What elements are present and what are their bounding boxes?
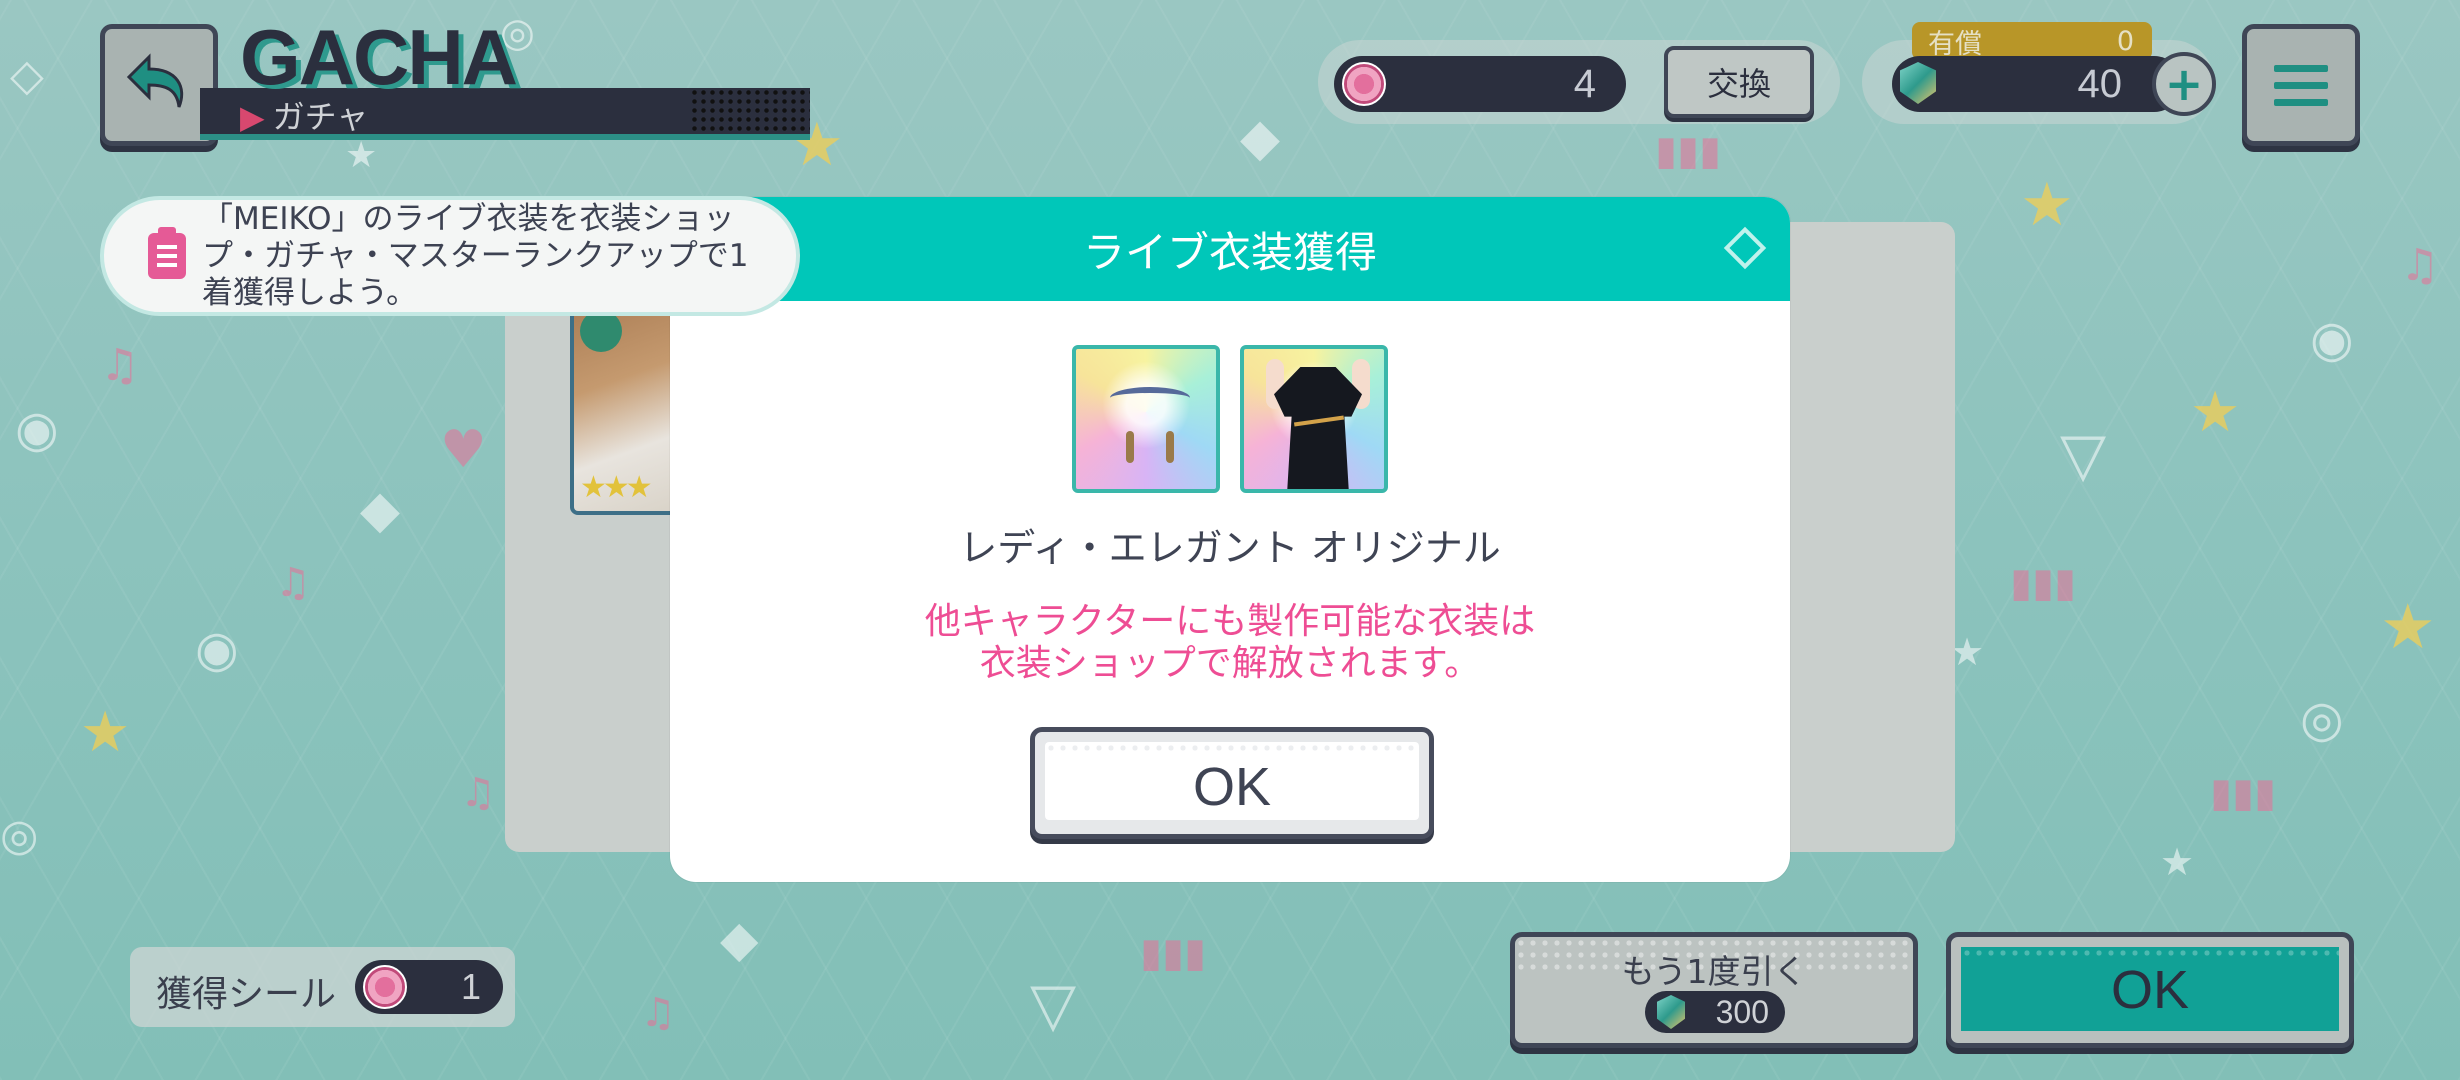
menu-button[interactable] (2242, 24, 2360, 146)
modal-title: ライブ衣装獲得 (1082, 227, 1377, 277)
earring-icon (1126, 431, 1134, 463)
music-note-deco-icon: ♫ (460, 770, 496, 816)
add-gems-button[interactable]: + (2152, 52, 2216, 116)
obtained-sticker-label: 獲得シール (156, 974, 337, 1015)
page-subtitle-text: ガチャ (272, 98, 369, 136)
music-note-deco-icon: ♫ (2400, 240, 2440, 291)
sticker-coin-icon (1342, 62, 1386, 106)
costume-accessory-thumbnail[interactable] (1072, 345, 1220, 493)
obtained-sticker-box: 獲得シール 1 (130, 947, 515, 1027)
modal-ok-label: OK (1192, 757, 1272, 817)
draw-again-label: もう1度引く (1621, 952, 1807, 991)
headphones-deco-icon: ◎ (2300, 690, 2344, 748)
equalizer-deco-icon: ▮▮▮ (2210, 770, 2277, 816)
outfit-name: レディ・エレガント オリジナル (959, 526, 1501, 570)
sticker-count: 4 (1573, 61, 1596, 106)
result-ok-button[interactable]: OK (1946, 932, 2354, 1048)
triangle-deco-icon: ▽ (1030, 970, 1077, 1040)
unlock-notice-line1: 他キャラクターにも製作可能な衣装は (924, 601, 1536, 642)
menu-icon (2274, 64, 2328, 72)
equalizer-deco-icon: ▮▮▮ (2010, 560, 2077, 606)
result-ok-label: OK (2110, 960, 2190, 1020)
draw-again-button[interactable]: もう1度引く 300 (1510, 932, 1918, 1048)
star-deco-icon: ★ (345, 135, 378, 176)
exchange-button[interactable]: 交換 (1664, 46, 1814, 118)
back-arrow-icon (126, 53, 184, 108)
star-wreath-deco-icon: ★ (2380, 590, 2436, 663)
paid-label: 有償 (1928, 28, 1982, 60)
rarity-stars-icon: ★★★ (580, 470, 653, 505)
live-costume-modal: ライブ衣装獲得 レディ・エレガント オリジナル 他キャラクターにも製作可能な衣装… (670, 197, 1790, 882)
disc-deco-icon: ◉ (15, 400, 59, 458)
plus-icon: + (2164, 57, 2204, 111)
diamond-deco-icon: ◆ (720, 910, 759, 968)
disc-deco-icon: ◉ (195, 620, 239, 678)
diamond-deco-icon: ◆ (360, 480, 400, 540)
modal-header: ライブ衣装獲得 (670, 197, 1790, 301)
unlock-notice-line2: 衣装ショップで解放されます。 (979, 643, 1481, 684)
gem-count: 40 (2077, 61, 2123, 106)
card-badge (580, 310, 622, 352)
costume-items (1072, 345, 1388, 493)
page-title: GACHA (240, 13, 518, 101)
page-subtitle: ▶ ガチャ (240, 92, 368, 138)
equalizer-deco-icon: ▮▮▮ (1140, 930, 1207, 976)
star-wreath-deco-icon: ★ (2020, 170, 2074, 240)
disc-deco-icon: ◉ (2310, 310, 2354, 368)
obtained-sticker-value: 1 (460, 966, 481, 1007)
equalizer-deco-icon: ▮▮▮ (1655, 128, 1722, 174)
earring-icon (1166, 431, 1174, 463)
star-deco-icon: ★ (2160, 840, 2195, 884)
music-note-deco-icon: ♫ (100, 340, 140, 391)
mission-text: 「MEIKO」のライブ衣装を衣装ショップ・ガチャ・マスターランクアップで1着獲得… (202, 200, 749, 311)
star-deco-icon: ★ (1950, 630, 1985, 674)
star-wreath-deco-icon: ★ (80, 700, 131, 765)
character-card: ★★★ (570, 290, 680, 515)
costume-dress-thumbnail[interactable] (1240, 345, 1388, 493)
mission-banner[interactable]: 「MEIKO」のライブ衣装を衣装ショップ・ガチャ・マスターランクアップで1着獲得… (100, 196, 800, 316)
triangle-deco-icon: ▽ (2060, 420, 2107, 490)
unlock-notice: 他キャラクターにも製作可能な衣装は 衣装ショップで解放されます。 (670, 601, 1790, 685)
sticker-coin-icon (363, 965, 407, 1009)
diamond-deco-icon: ◇ (10, 50, 44, 101)
modal-ok-button[interactable]: OK (1030, 727, 1434, 839)
tiara-icon (1110, 387, 1190, 409)
clipboard-icon (148, 227, 186, 279)
music-note-deco-icon: ♫ (640, 990, 676, 1036)
diamond-deco-icon: ◆ (1240, 108, 1280, 168)
paid-gem-tag: 有償 0 (1912, 22, 2152, 60)
music-note-deco-icon: ♫ (275, 560, 311, 606)
paid-count: 0 (2116, 25, 2134, 57)
star-wreath-deco-icon: ★ (2190, 380, 2241, 445)
play-triangle-icon: ▶ (240, 98, 265, 136)
draw-again-cost-value: 300 (1715, 993, 1769, 1030)
heart-deco-icon: ♥ (440, 420, 487, 480)
headphones-deco-icon: ◎ (0, 810, 39, 861)
diamond-icon (1723, 226, 1767, 270)
